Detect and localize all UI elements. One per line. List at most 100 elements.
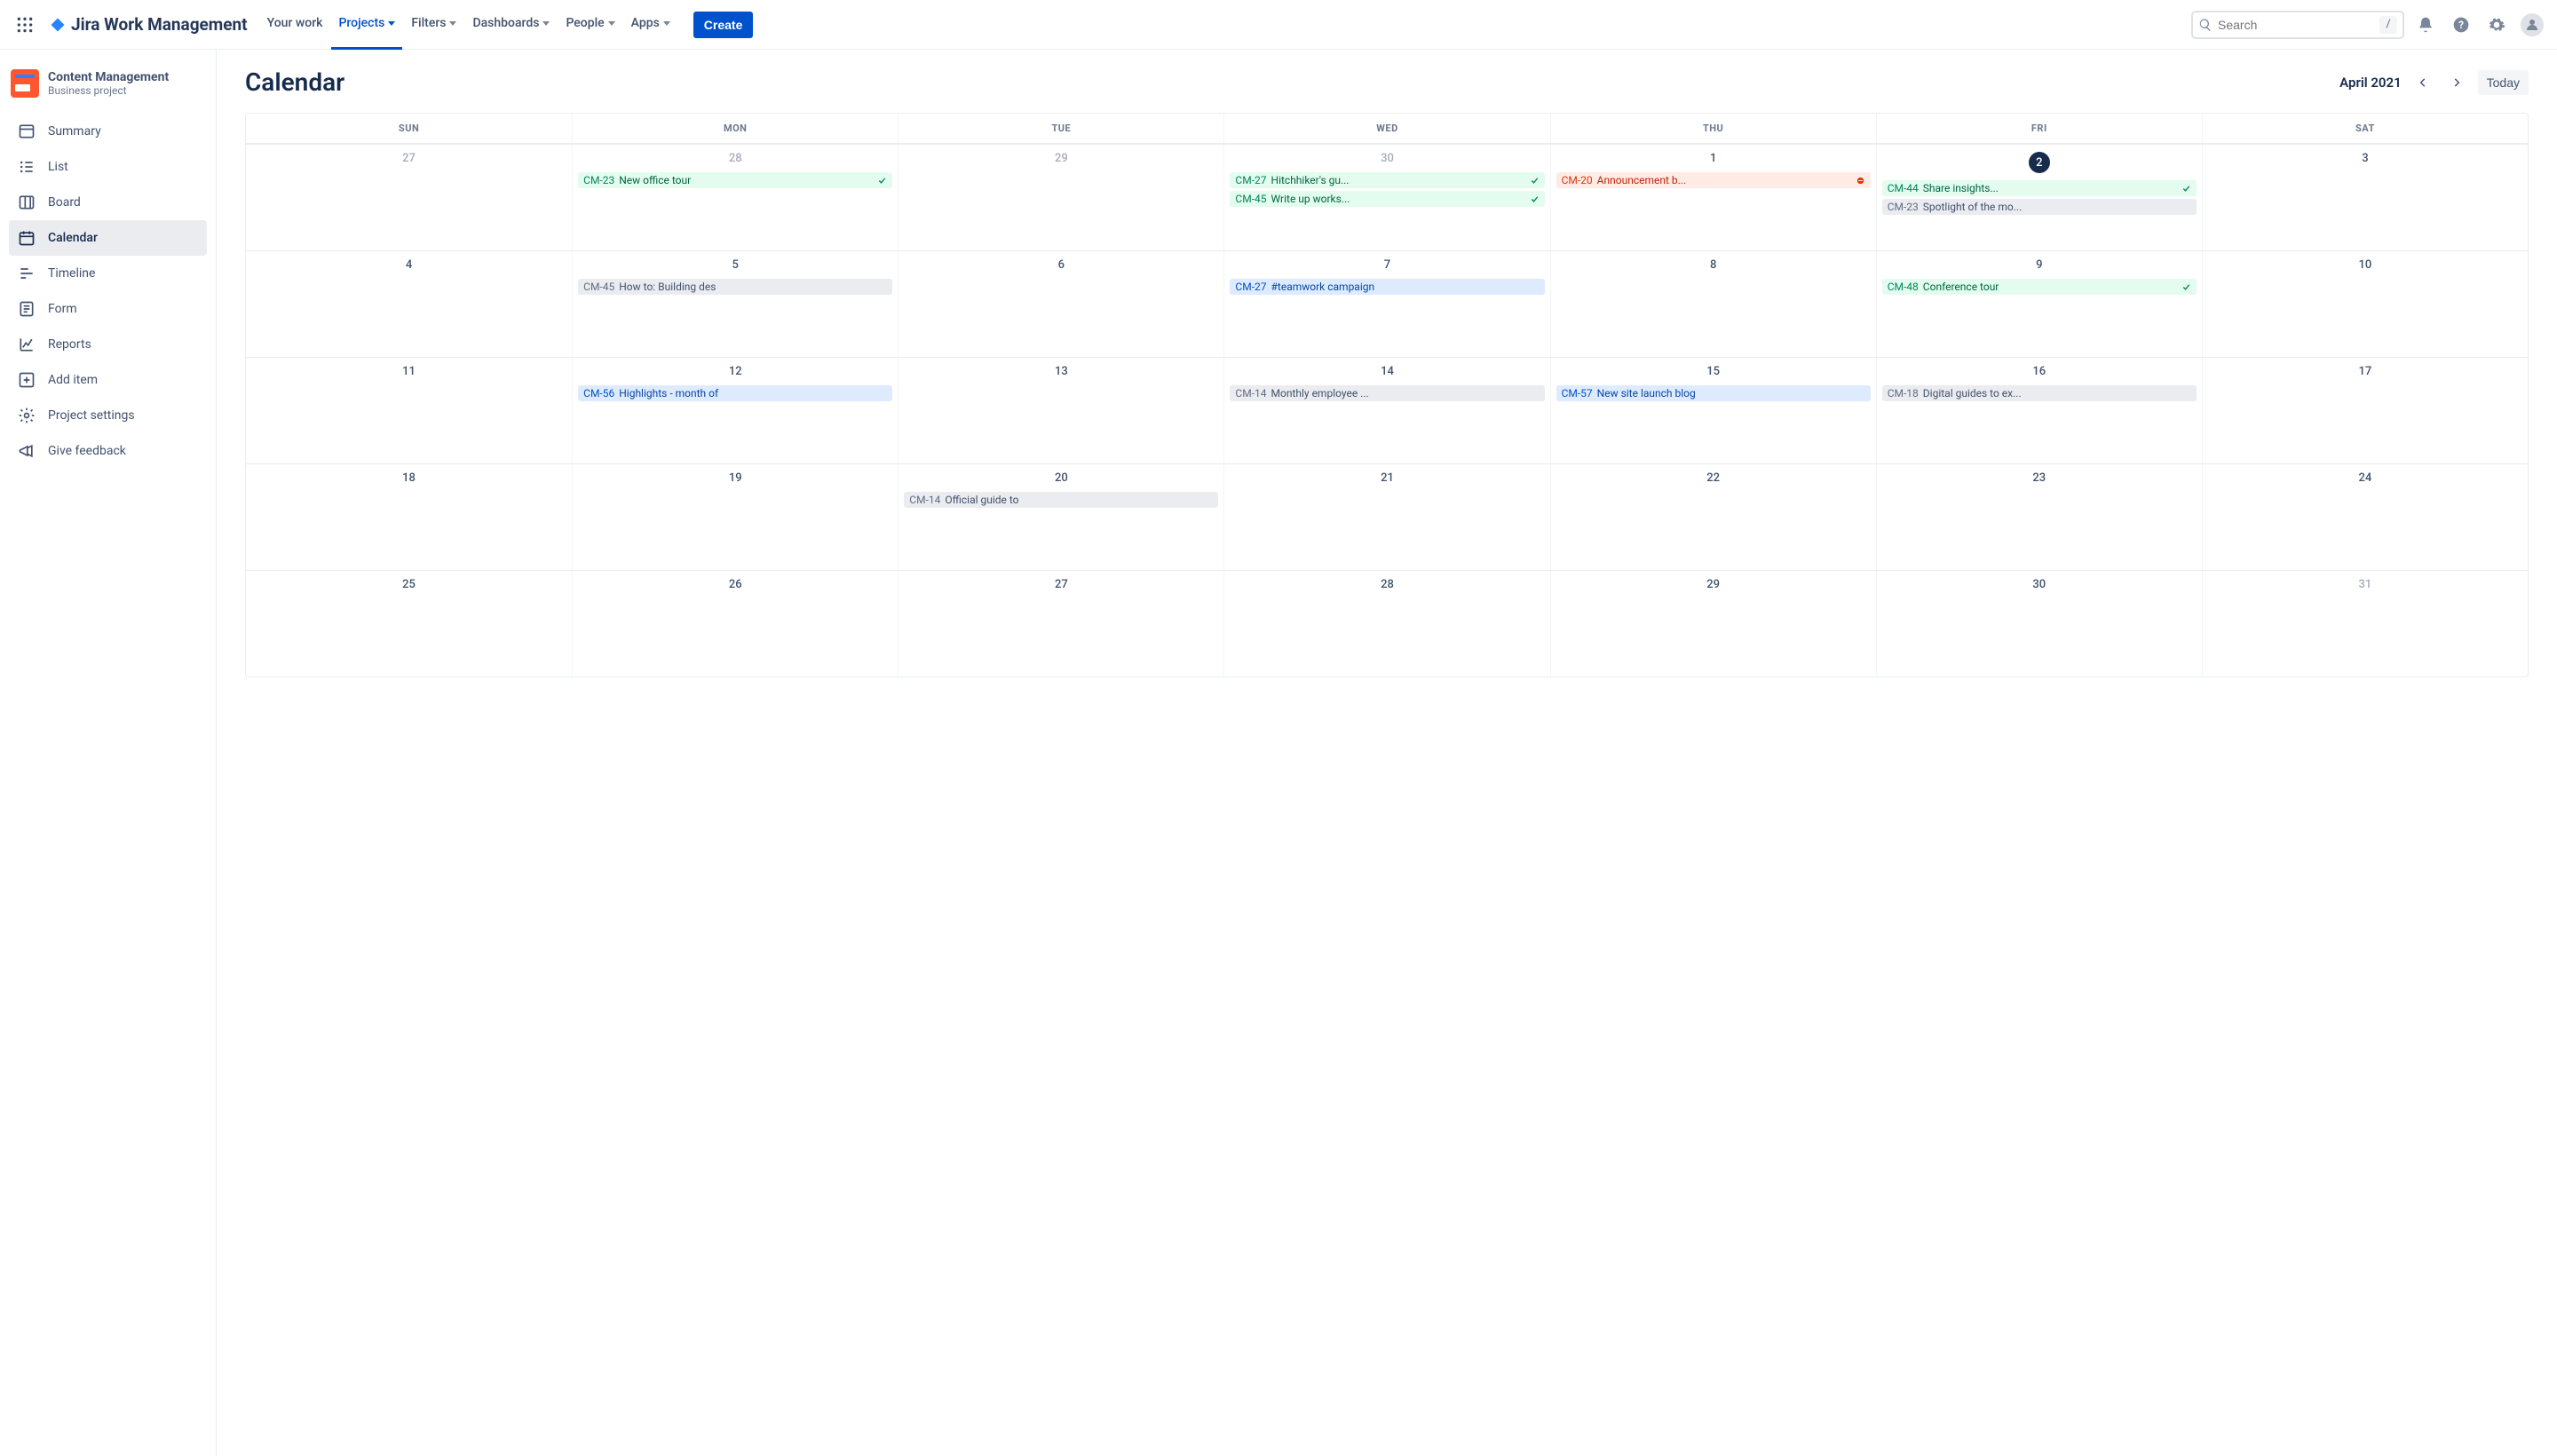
sidebar-item-board[interactable]: Board <box>9 185 207 220</box>
day-cell[interactable]: 27 <box>898 571 1223 677</box>
day-cell[interactable]: 29 <box>898 145 1223 250</box>
sidebar-item-reports[interactable]: Reports <box>9 327 207 362</box>
day-cell[interactable]: 15 CM-57 New site launch blog <box>1550 358 1876 463</box>
nav-filters[interactable]: Filters <box>404 0 463 50</box>
day-cell[interactable]: 21 <box>1223 464 1549 570</box>
today-button[interactable]: Today <box>2478 70 2529 95</box>
calendar-event[interactable]: CM-44 Share insights... <box>1882 180 2197 196</box>
search-box[interactable]: / <box>2191 11 2404 39</box>
check-icon <box>2181 184 2191 194</box>
day-cell[interactable]: 11 <box>246 358 572 463</box>
profile-button[interactable] <box>2518 11 2546 39</box>
issue-summary: Highlights - month of <box>619 387 887 400</box>
day-number: 27 <box>251 152 566 165</box>
issue-summary: How to: Building des <box>619 281 887 293</box>
day-cell[interactable]: 26 <box>572 571 898 677</box>
day-cell[interactable]: 12 CM-56 Highlights - month of <box>572 358 898 463</box>
issue-key: CM-23 <box>583 174 614 186</box>
day-cell[interactable]: 28 CM-23 New office tour <box>572 145 898 250</box>
day-number: 15 <box>1556 365 1871 378</box>
day-cell[interactable]: 24 <box>2202 464 2528 570</box>
sidebar-item-calendar[interactable]: Calendar <box>9 220 207 256</box>
day-cell[interactable]: 9 CM-48 Conference tour <box>1876 251 2202 357</box>
sidebar-item-list[interactable]: List <box>9 149 207 185</box>
day-cell[interactable]: 8 <box>1550 251 1876 357</box>
day-cell[interactable]: 14 CM-14 Monthly employee ... <box>1223 358 1549 463</box>
calendar-event[interactable]: CM-23 Spotlight of the mo... <box>1882 199 2197 215</box>
settings-button[interactable] <box>2482 11 2511 39</box>
sidebar-item-form[interactable]: Form <box>9 291 207 327</box>
day-number: 18 <box>251 471 566 485</box>
product-logo[interactable]: Jira Work Management <box>50 14 248 35</box>
day-cell[interactable]: 23 <box>1876 464 2202 570</box>
sidebar-item-label: Calendar <box>48 231 98 245</box>
sidebar-item-summary[interactable]: Summary <box>9 114 207 149</box>
issue-summary: Monthly employee ... <box>1271 387 1540 400</box>
nav-people[interactable]: People <box>558 0 621 50</box>
timeline-icon <box>18 265 36 282</box>
day-cell[interactable]: 6 <box>898 251 1223 357</box>
day-cell[interactable]: 7 CM-27 #teamwork campaign <box>1223 251 1549 357</box>
day-cell[interactable]: 27 <box>246 145 572 250</box>
day-cell[interactable]: 13 <box>898 358 1223 463</box>
nav-dashboards[interactable]: Dashboards <box>465 0 557 50</box>
day-cell[interactable]: 28 <box>1223 571 1549 677</box>
day-cell[interactable]: 30 <box>1876 571 2202 677</box>
search-input[interactable] <box>2218 18 2379 32</box>
day-cell[interactable]: 29 <box>1550 571 1876 677</box>
calendar-event[interactable]: CM-14 Monthly employee ... <box>1230 385 1544 401</box>
day-cell[interactable]: 10 <box>2202 251 2528 357</box>
check-icon <box>1530 176 1540 186</box>
day-cell[interactable]: 18 <box>246 464 572 570</box>
project-header[interactable]: Content Management Business project <box>9 64 207 114</box>
day-cell[interactable]: 4 <box>246 251 572 357</box>
calendar-event[interactable]: CM-20 Announcement b... <box>1556 172 1871 188</box>
day-number: 20 <box>904 471 1218 485</box>
day-cell[interactable]: 30 CM-27 Hitchhiker's gu... CM-45 Write … <box>1223 145 1549 250</box>
calendar-event[interactable]: CM-45 Write up works... <box>1230 191 1544 207</box>
calendar-event[interactable]: CM-56 Highlights - month of <box>578 385 892 401</box>
prev-month-button[interactable] <box>2411 70 2435 95</box>
day-cell[interactable]: 19 <box>572 464 898 570</box>
calendar-event[interactable]: CM-23 New office tour <box>578 172 892 188</box>
sidebar-item-feedback[interactable]: Give feedback <box>9 433 207 469</box>
calendar-event[interactable]: CM-57 New site launch blog <box>1556 385 1871 401</box>
day-cell[interactable]: 31 <box>2202 571 2528 677</box>
sidebar-item-add[interactable]: Add item <box>9 362 207 398</box>
project-name: Content Management <box>48 70 169 84</box>
help-button[interactable]: ? <box>2447 11 2475 39</box>
day-cell[interactable]: 3 <box>2202 145 2528 250</box>
day-cell[interactable]: 17 <box>2202 358 2528 463</box>
day-cell[interactable]: 2 CM-44 Share insights... CM-23 Spotligh… <box>1876 145 2202 250</box>
day-cell[interactable]: 1 CM-20 Announcement b... <box>1550 145 1876 250</box>
create-button[interactable]: Create <box>693 12 754 38</box>
next-month-button[interactable] <box>2444 70 2469 95</box>
calendar-event[interactable]: CM-27 Hitchhiker's gu... <box>1230 172 1544 188</box>
calendar-event[interactable]: CM-14 Official guide to <box>904 492 1218 508</box>
nav-label: Filters <box>411 16 446 30</box>
day-cell[interactable]: 25 <box>246 571 572 677</box>
weekday-header: WED <box>1223 114 1549 144</box>
calendar-event[interactable]: CM-45 How to: Building des <box>578 279 892 295</box>
nav-your-work[interactable]: Your work <box>260 0 330 50</box>
day-cell[interactable]: 20 CM-14 Official guide to <box>898 464 1223 570</box>
calendar-event[interactable]: CM-18 Digital guides to ex... <box>1882 385 2197 401</box>
sidebar-item-settings[interactable]: Project settings <box>9 398 207 433</box>
day-cell[interactable]: 5 CM-45 How to: Building des <box>572 251 898 357</box>
list-icon <box>18 158 36 176</box>
nav-projects[interactable]: Projects <box>331 0 402 50</box>
nav-apps[interactable]: Apps <box>624 0 677 50</box>
day-cell[interactable]: 22 <box>1550 464 1876 570</box>
day-number: 3 <box>2208 152 2522 165</box>
sidebar-item-timeline[interactable]: Timeline <box>9 256 207 291</box>
notifications-button[interactable] <box>2411 11 2440 39</box>
day-number: 10 <box>2208 258 2522 272</box>
nav-label: Apps <box>631 16 660 30</box>
calendar-event[interactable]: CM-27 #teamwork campaign <box>1230 279 1544 295</box>
day-number: 30 <box>1882 578 2197 591</box>
sidebar: Content Management Business project Summ… <box>0 50 217 1456</box>
issue-summary: Write up works... <box>1271 193 1525 205</box>
day-cell[interactable]: 16 CM-18 Digital guides to ex... <box>1876 358 2202 463</box>
app-switcher-button[interactable] <box>11 11 39 39</box>
calendar-event[interactable]: CM-48 Conference tour <box>1882 279 2197 295</box>
